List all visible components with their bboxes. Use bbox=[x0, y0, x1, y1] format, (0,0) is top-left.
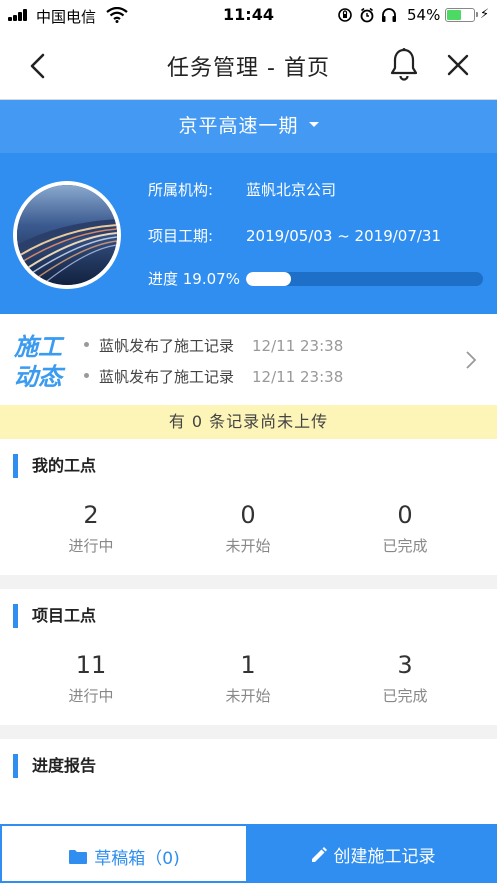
bottom-action-bar: 草稿箱（0) 创建施工记录 bbox=[0, 824, 497, 883]
close-icon bbox=[447, 54, 469, 76]
create-record-button[interactable]: 创建施工记录 bbox=[248, 824, 497, 883]
construction-activity-feed[interactable]: 施工 动态 蓝帆发布了施工记录 12/11 23:38 蓝帆发布了施工记录 12/1… bbox=[0, 314, 497, 405]
activity-item: 蓝帆发布了施工记录 12/11 23:38 bbox=[84, 366, 343, 387]
bullet-icon bbox=[84, 373, 89, 378]
page-title: 任务管理 - 首页 bbox=[167, 56, 330, 81]
period-label: 项目工期: bbox=[148, 227, 214, 245]
project-name: 京平高速一期 bbox=[178, 115, 299, 137]
close-button[interactable] bbox=[444, 51, 472, 79]
project-points-card: 项目工点 11 进行中 1 未开始 3 已完成 bbox=[0, 589, 497, 725]
activity-item: 蓝帆发布了施工记录 12/11 23:38 bbox=[84, 335, 343, 356]
section-title: 我的工点 bbox=[13, 454, 96, 478]
progress-bar bbox=[246, 272, 483, 286]
caret-down-icon bbox=[308, 122, 319, 127]
section-title: 项目工点 bbox=[13, 604, 96, 628]
alarm-icon bbox=[360, 7, 374, 23]
org-label: 所属机构: bbox=[148, 181, 214, 199]
project-not-started-stat[interactable]: 1 未开始 bbox=[165, 651, 331, 706]
my-not-started-stat[interactable]: 0 未开始 bbox=[165, 501, 331, 556]
progress-report-card: 进度报告 bbox=[0, 739, 497, 829]
bullet-icon bbox=[84, 342, 89, 347]
nav-bar: 任务管理 - 首页 bbox=[0, 30, 497, 100]
drafts-label: 草稿箱（0) bbox=[94, 849, 180, 869]
progress-label: 进度 19.07% bbox=[148, 270, 240, 288]
battery-percent: 54% bbox=[407, 6, 441, 24]
create-record-label: 创建施工记录 bbox=[333, 847, 436, 867]
project-in-progress-stat[interactable]: 11 进行中 bbox=[8, 651, 174, 706]
section-title: 进度报告 bbox=[13, 754, 96, 778]
project-image bbox=[13, 181, 121, 289]
charging-icon: ⚡ bbox=[480, 7, 490, 22]
project-header: 京平高速一期 所属机构: 蓝帆北京公司 项目工期: 2019/05/03 ~ 201… bbox=[0, 100, 497, 314]
project-completed-stat[interactable]: 3 已完成 bbox=[322, 651, 488, 706]
status-bar: 中国电信 11:44 54% ⚡ bbox=[0, 0, 497, 30]
period-row: 项目工期: 2019/05/03 ~ 2019/07/31 bbox=[148, 225, 441, 246]
upload-notice: 有 0 条记录尚未上传 bbox=[0, 405, 497, 439]
battery-icon bbox=[445, 8, 478, 22]
org-value: 蓝帆北京公司 bbox=[246, 181, 337, 199]
lock-rotation-icon bbox=[338, 8, 352, 22]
my-points-card: 我的工点 2 进行中 0 未开始 0 已完成 bbox=[0, 439, 497, 575]
headphones-icon bbox=[382, 8, 396, 22]
bell-icon bbox=[390, 48, 418, 81]
activity-logo: 施工 动态 bbox=[14, 333, 62, 391]
drafts-button[interactable]: 草稿箱（0) bbox=[0, 824, 248, 883]
org-row: 所属机构: 蓝帆北京公司 bbox=[148, 179, 336, 200]
notifications-button[interactable] bbox=[388, 47, 420, 81]
my-in-progress-stat[interactable]: 2 进行中 bbox=[8, 501, 174, 556]
my-completed-stat[interactable]: 0 已完成 bbox=[322, 501, 488, 556]
pencil-icon bbox=[311, 847, 327, 862]
chevron-right-icon bbox=[466, 351, 477, 369]
project-selector[interactable]: 京平高速一期 bbox=[0, 100, 497, 153]
period-value: 2019/05/03 ~ 2019/07/31 bbox=[246, 227, 442, 245]
folder-icon bbox=[69, 850, 88, 864]
progress-fill bbox=[246, 272, 292, 286]
status-icons bbox=[338, 7, 402, 23]
